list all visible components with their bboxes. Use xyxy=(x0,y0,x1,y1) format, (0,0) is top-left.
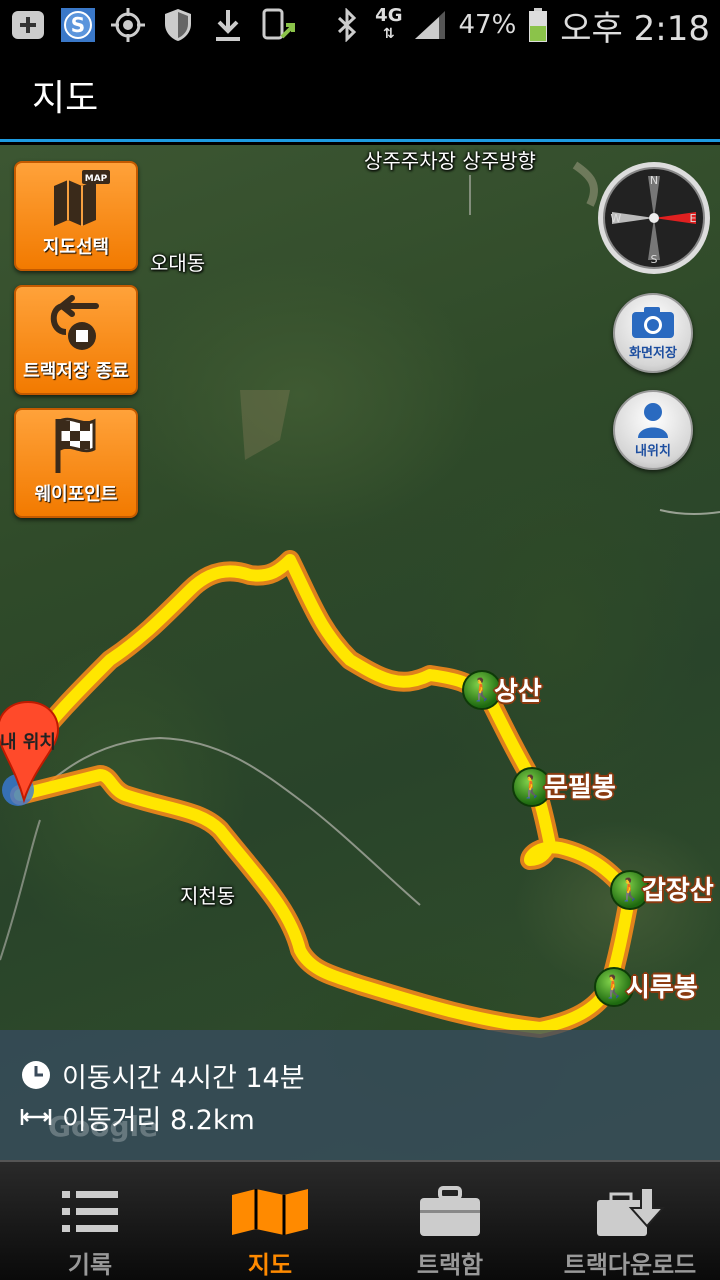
map-select-button[interactable]: MAP 지도선택 xyxy=(14,161,138,271)
elapsed-time-text: 이동시간 4시간 14분 xyxy=(62,1062,305,1094)
download-box-icon xyxy=(597,1186,665,1236)
battery-icon xyxy=(526,7,550,43)
my-location-label: 내 위치 xyxy=(0,732,56,753)
map-label-jicheon: 지천동 xyxy=(180,884,236,908)
peak-label: 상산 xyxy=(494,677,542,707)
track-stop-icon xyxy=(50,295,99,350)
track-stop-button[interactable]: 트랙저장 종료 xyxy=(14,285,138,395)
bottom-nav: 기록 지도 트랙함 트랙다운로드 xyxy=(0,1160,720,1280)
track-stop-label: 트랙저장 종료 xyxy=(23,361,129,382)
my-position-button[interactable]: 내위치 xyxy=(613,390,693,470)
map-icon: MAP xyxy=(54,170,110,226)
svg-text:E: E xyxy=(690,212,697,225)
peak-label: 갑장산 xyxy=(642,876,714,906)
bluetooth-icon xyxy=(329,7,365,43)
map-view[interactable]: 상주주차장 상주방향 오대동 지천동 🚶 상산 🚶 문필봉 🚶 갑장산 🚶 시루… xyxy=(0,145,720,1160)
map-select-label: 지도선택 xyxy=(42,237,110,258)
peak-label: 문필봉 xyxy=(544,773,616,803)
nav-item-trackbox[interactable]: 트랙함 xyxy=(360,1162,540,1280)
nav-label: 기록 xyxy=(67,1251,113,1279)
my-location-marker[interactable] xyxy=(0,700,66,814)
google-watermark: Google xyxy=(48,1110,159,1143)
checkered-flag-icon xyxy=(55,417,96,473)
gps-icon xyxy=(110,7,146,43)
clearing xyxy=(572,161,598,207)
clock: 오후 2:18 xyxy=(560,8,710,49)
svg-text:MAP: MAP xyxy=(85,174,108,184)
elapsed-time-row: 이동시간 4시간 14분 xyxy=(20,1054,700,1096)
screenshot-label: 화면저장 xyxy=(629,345,677,361)
shield-icon xyxy=(160,7,196,43)
add-icon xyxy=(10,7,46,43)
map-label-odae: 오대동 xyxy=(150,251,206,275)
clearing xyxy=(240,390,290,460)
road-line xyxy=(659,509,720,516)
signal-icon xyxy=(412,7,448,43)
waypoint-button[interactable]: 웨이포인트 xyxy=(14,408,138,518)
list-icon xyxy=(62,1190,118,1232)
s-app-icon: S xyxy=(60,7,96,43)
briefcase-icon xyxy=(420,1185,480,1236)
status-bar: S 4G ⇅ 47% 오후 2:18 xyxy=(0,0,720,50)
camera-icon xyxy=(632,306,674,338)
battery-percent: 47% xyxy=(458,10,517,40)
nav-label: 트랙다운로드 xyxy=(563,1251,697,1279)
screenshot-button[interactable]: 화면저장 xyxy=(613,293,693,373)
download-icon xyxy=(210,7,246,43)
svg-text:S: S xyxy=(651,253,658,266)
network-type-indicator: 4G ⇅ xyxy=(375,5,403,43)
phone-upload-icon xyxy=(260,7,296,43)
map-icon xyxy=(232,1188,308,1235)
waypoint-label: 웨이포인트 xyxy=(34,484,118,505)
svg-text:W: W xyxy=(611,212,622,225)
nav-item-map[interactable]: 지도 xyxy=(180,1162,360,1280)
nav-item-record[interactable]: 기록 xyxy=(0,1162,180,1280)
nav-item-track-download[interactable]: 트랙다운로드 xyxy=(540,1162,720,1280)
peak-label: 시루봉 xyxy=(626,973,698,1003)
map-label-parking: 상주주차장 상주방향 xyxy=(364,149,536,173)
title-bar: 지도 xyxy=(0,50,720,142)
svg-text:N: N xyxy=(650,174,658,187)
person-icon xyxy=(638,402,668,438)
road-line xyxy=(0,819,41,961)
nav-label: 트랙함 xyxy=(416,1251,484,1279)
nav-label: 지도 xyxy=(247,1251,293,1279)
clock-icon xyxy=(22,1061,50,1089)
svg-text:S: S xyxy=(71,13,85,37)
compass[interactable]: N S W E xyxy=(596,160,712,276)
page-title: 지도 xyxy=(32,77,99,119)
my-position-label: 내위치 xyxy=(635,443,671,459)
